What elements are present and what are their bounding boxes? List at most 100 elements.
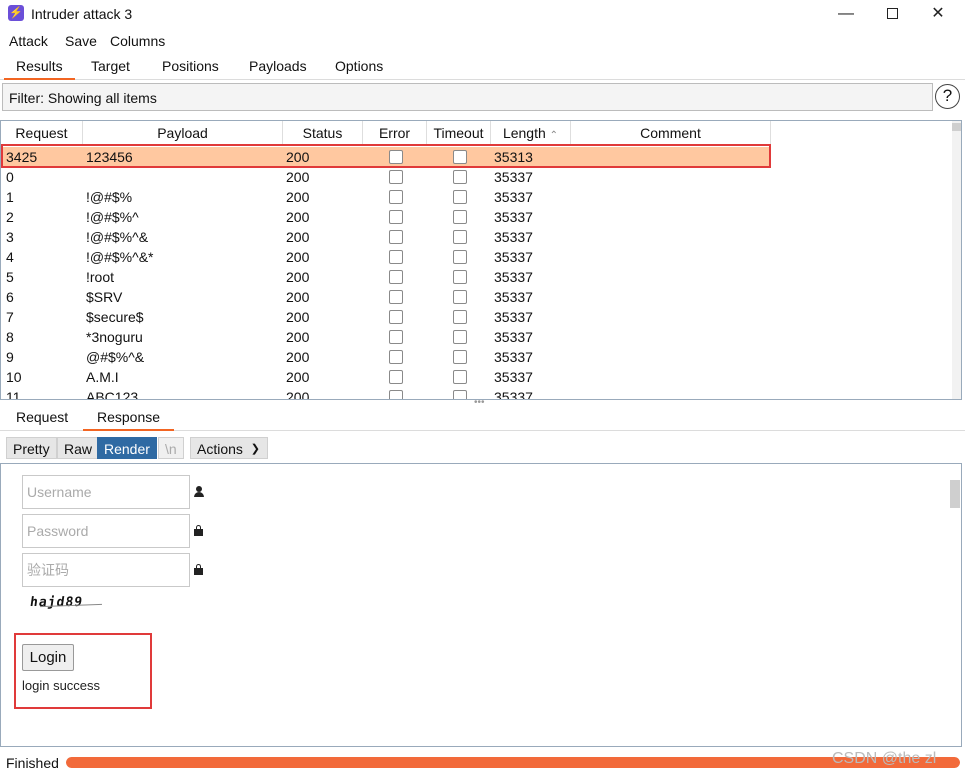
actions-button[interactable]: Actions ❯ — [190, 437, 268, 459]
cell-status: 200 — [286, 349, 310, 365]
timeout-checkbox[interactable] — [453, 370, 467, 384]
tab-request[interactable]: Request — [16, 409, 68, 425]
cell-payload: @#$%^& — [86, 349, 145, 365]
captcha-image[interactable]: hajd89 — [29, 595, 84, 610]
table-row[interactable]: 10 A.M.I 200 35337 — [1, 367, 771, 387]
tab-response[interactable]: Response — [83, 409, 175, 431]
error-checkbox[interactable] — [389, 370, 403, 384]
render-button[interactable]: Render — [97, 437, 157, 459]
tab-target[interactable]: Target — [91, 58, 130, 74]
cell-status: 200 — [286, 329, 310, 345]
chevron-up-icon: ⌃ — [549, 130, 559, 141]
tab-results[interactable]: Results — [4, 58, 75, 80]
error-checkbox[interactable] — [389, 330, 403, 344]
cell-payload: $secure$ — [86, 309, 144, 325]
error-checkbox[interactable] — [389, 190, 403, 204]
menu-attack[interactable]: Attack — [9, 33, 48, 49]
timeout-checkbox[interactable] — [453, 210, 467, 224]
newline-button[interactable]: \n — [158, 437, 184, 459]
table-row[interactable]: 4 !@#$%^&* 200 35337 — [1, 247, 771, 267]
cell-length: 35337 — [494, 309, 533, 325]
minimize-button[interactable]: — — [823, 0, 869, 28]
table-row[interactable]: 3 !@#$%^& 200 35337 — [1, 227, 771, 247]
cell-length: 35337 — [494, 389, 533, 400]
results-scroll-thumb[interactable] — [952, 123, 961, 131]
title-bar: ⚡ Intruder attack 3 — ✕ — [0, 0, 965, 28]
cell-length: 35337 — [494, 169, 533, 185]
menu-save[interactable]: Save — [65, 33, 97, 49]
status-text: Finished — [6, 755, 59, 771]
table-row[interactable]: 0 200 35337 — [1, 167, 771, 187]
cell-payload: A.M.I — [86, 369, 119, 385]
cell-length: 35337 — [494, 329, 533, 345]
timeout-checkbox[interactable] — [453, 170, 467, 184]
menu-columns[interactable]: Columns — [110, 33, 165, 49]
timeout-checkbox[interactable] — [453, 390, 467, 399]
results-scrollbar[interactable] — [952, 121, 961, 399]
cell-request: 1 — [6, 189, 14, 205]
column-header-timeout[interactable]: Timeout — [427, 121, 491, 145]
table-row[interactable]: 11 ABC123 200 35337 — [1, 387, 771, 400]
error-checkbox[interactable] — [389, 390, 403, 399]
table-row[interactable]: 2 !@#$%^ 200 35337 — [1, 207, 771, 227]
column-header-comment[interactable]: Comment — [571, 121, 771, 145]
render-scroll-thumb[interactable] — [950, 480, 960, 508]
login-message: login success — [22, 678, 101, 693]
cell-request: 2 — [6, 209, 14, 225]
table-row[interactable]: 9 @#$%^& 200 35337 — [1, 347, 771, 367]
table-row[interactable]: 5 !root 200 35337 — [1, 267, 771, 287]
cell-request: 3 — [6, 229, 14, 245]
table-row[interactable]: 1 !@#$% 200 35337 — [1, 187, 771, 207]
table-row[interactable]: 7 $secure$ 200 35337 — [1, 307, 771, 327]
tab-options[interactable]: Options — [335, 58, 383, 74]
column-header-request[interactable]: Request — [1, 121, 83, 145]
help-icon[interactable]: ? — [935, 84, 960, 109]
column-header-status[interactable]: Status — [283, 121, 363, 145]
error-checkbox[interactable] — [389, 230, 403, 244]
password-input[interactable] — [22, 514, 190, 548]
captcha-input[interactable] — [22, 553, 190, 587]
cell-status: 200 — [286, 309, 310, 325]
tab-positions[interactable]: Positions — [162, 58, 219, 74]
timeout-checkbox[interactable] — [453, 310, 467, 324]
cell-status: 200 — [286, 369, 310, 385]
cell-length: 35337 — [494, 189, 533, 205]
watermark: CSDN @the zl — [832, 750, 937, 767]
error-checkbox[interactable] — [389, 290, 403, 304]
filter-bar[interactable]: Filter: Showing all items — [2, 83, 933, 111]
timeout-checkbox[interactable] — [453, 350, 467, 364]
timeout-checkbox[interactable] — [453, 190, 467, 204]
tab-payloads[interactable]: Payloads — [249, 58, 307, 74]
maximize-button[interactable] — [869, 0, 915, 28]
error-checkbox[interactable] — [389, 350, 403, 364]
error-checkbox[interactable] — [389, 250, 403, 264]
timeout-checkbox[interactable] — [453, 330, 467, 344]
raw-button[interactable]: Raw — [57, 437, 100, 459]
cell-request: 4 — [6, 249, 14, 265]
cell-status: 200 — [286, 169, 310, 185]
timeout-checkbox[interactable] — [453, 230, 467, 244]
pretty-button[interactable]: Pretty — [6, 437, 57, 459]
login-button[interactable]: Login — [22, 644, 74, 671]
error-checkbox[interactable] — [389, 170, 403, 184]
cell-request: 7 — [6, 309, 14, 325]
table-row[interactable]: 8 *3noguru 200 35337 — [1, 327, 771, 347]
username-input[interactable] — [22, 475, 190, 509]
error-checkbox[interactable] — [389, 210, 403, 224]
timeout-checkbox[interactable] — [453, 270, 467, 284]
error-checkbox[interactable] — [389, 270, 403, 284]
error-checkbox[interactable] — [389, 310, 403, 324]
close-button[interactable]: ✕ — [915, 0, 961, 28]
column-header-payload[interactable]: Payload — [83, 121, 283, 145]
timeout-checkbox[interactable] — [453, 250, 467, 264]
table-row[interactable]: 3425 123456 200 35313 — [1, 144, 771, 168]
cell-request: 8 — [6, 329, 14, 345]
timeout-checkbox[interactable] — [453, 290, 467, 304]
column-header-length-cell[interactable]: Length ⌃ — [491, 121, 571, 145]
table-row[interactable]: 6 $SRV 200 35337 — [1, 287, 771, 307]
cell-payload: *3noguru — [86, 329, 143, 345]
cell-length: 35337 — [494, 209, 533, 225]
column-header-error[interactable]: Error — [363, 121, 427, 145]
cell-status: 200 — [286, 269, 310, 285]
lightning-icon: ⚡ — [8, 5, 24, 21]
